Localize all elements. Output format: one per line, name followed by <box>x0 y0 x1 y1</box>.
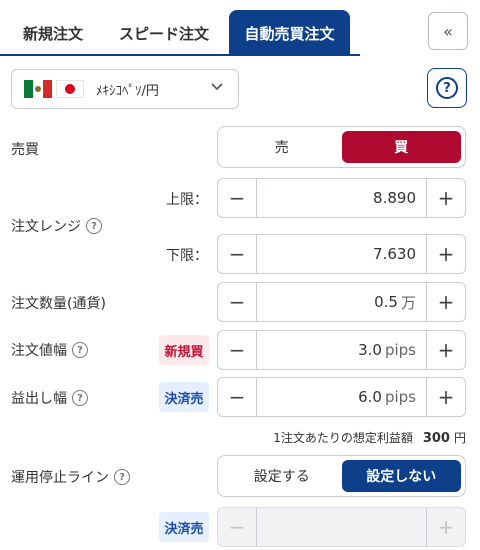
profit-width-unit: pips <box>384 388 416 406</box>
expected-profit-label: 1注文あたりの想定利益額 <box>273 431 413 445</box>
profit-width-text: 益出し幅 <box>11 391 67 407</box>
double-chevron-left-icon: « <box>443 21 453 41</box>
stop-line-unset-option[interactable]: 設定しない <box>341 460 461 492</box>
help-icon: ? <box>436 77 458 99</box>
lower-limit-stepper: − 7.630 + <box>217 234 466 274</box>
stop-settle-sell-badge: 決済売 <box>159 512 209 542</box>
tab-speed-order[interactable]: スピード注文 <box>108 10 220 56</box>
upper-limit-stepper: − 8.890 + <box>217 178 466 218</box>
collapse-panel-button[interactable]: « <box>428 12 468 50</box>
stop-line-stepper: − + <box>217 507 466 547</box>
order-range-label: 注文レンジ ? <box>11 216 102 236</box>
upper-limit-minus-button[interactable]: − <box>218 179 257 217</box>
question-icon[interactable]: ? <box>72 342 88 358</box>
settle-sell-badge: 決済売 <box>159 382 209 412</box>
side-label: 売買 <box>11 142 39 158</box>
currency-pair-name: ﾒｷｼｺﾍﾟｿ/円 <box>96 83 159 99</box>
mexico-flag-icon <box>24 80 52 98</box>
stop-line-label: 運用停止ライン ? <box>11 467 130 487</box>
upper-limit-plus-button[interactable]: + <box>426 179 465 217</box>
lower-limit-number: 7.630 <box>373 245 416 263</box>
profit-width-plus-button[interactable]: + <box>426 378 465 416</box>
question-icon[interactable]: ? <box>114 469 130 485</box>
stop-line-plus-button: + <box>426 508 465 546</box>
profit-width-minus-button[interactable]: − <box>218 378 257 416</box>
quantity-stepper: − 0.5 万 + <box>217 282 466 322</box>
quantity-number: 0.5 <box>374 293 398 311</box>
quantity-minus-button[interactable]: − <box>218 283 257 321</box>
stop-line-minus-button: − <box>218 508 257 546</box>
upper-limit-label: 上限： <box>166 192 208 208</box>
profit-width-number: 6.0 <box>358 388 382 406</box>
lower-limit-minus-button[interactable]: − <box>218 235 257 273</box>
order-width-plus-button[interactable]: + <box>426 331 465 369</box>
order-width-label: 注文値幅 ? <box>11 340 88 360</box>
tab-new-order[interactable]: 新規注文 <box>8 10 98 56</box>
stop-line-toggle: 設定する 設定しない <box>217 455 466 497</box>
japan-flag-icon <box>56 80 84 98</box>
new-buy-badge: 新規買 <box>159 335 209 365</box>
quantity-plus-button[interactable]: + <box>426 283 465 321</box>
expected-profit-unit: 円 <box>453 431 466 445</box>
profit-width-label: 益出し幅 ? <box>11 388 88 408</box>
order-width-unit: pips <box>384 341 416 359</box>
stop-line-value <box>257 508 426 546</box>
upper-limit-number: 8.890 <box>373 189 416 207</box>
question-icon[interactable]: ? <box>86 218 102 234</box>
buy-option[interactable]: 買 <box>341 131 461 163</box>
sell-option[interactable]: 売 <box>222 131 342 163</box>
expected-profit-value: 300 <box>422 431 450 446</box>
quantity-unit: 万 <box>400 293 416 312</box>
lower-limit-value[interactable]: 7.630 <box>257 235 426 273</box>
order-width-minus-button[interactable]: − <box>218 331 257 369</box>
order-width-number: 3.0 <box>358 341 382 359</box>
stop-line-text: 運用停止ライン <box>11 470 109 486</box>
order-tabs: 新規注文 スピード注文 自動売買注文 <box>0 0 360 56</box>
lower-limit-label: 下限： <box>166 248 208 264</box>
profit-width-stepper: − 6.0 pips + <box>217 377 466 417</box>
order-range-text: 注文レンジ <box>11 219 81 235</box>
currency-pair-select[interactable]: ﾒｷｼｺﾍﾟｿ/円 <box>11 69 239 109</box>
tab-auto-trade-order[interactable]: 自動売買注文 <box>229 10 350 56</box>
stop-line-set-option[interactable]: 設定する <box>222 460 342 492</box>
order-width-stepper: − 3.0 pips + <box>217 330 466 370</box>
expected-profit: 1注文あたりの想定利益額 300 円 <box>273 429 466 446</box>
quantity-value[interactable]: 0.5 万 <box>257 283 426 321</box>
chevron-down-icon <box>210 79 224 97</box>
side-toggle: 売 買 <box>217 126 466 168</box>
order-width-text: 注文値幅 <box>11 343 67 359</box>
upper-limit-value[interactable]: 8.890 <box>257 179 426 217</box>
help-button[interactable]: ? <box>427 68 467 108</box>
question-icon[interactable]: ? <box>72 390 88 406</box>
profit-width-value[interactable]: 6.0 pips <box>257 378 426 416</box>
lower-limit-plus-button[interactable]: + <box>426 235 465 273</box>
quantity-label: 注文数量(通貨) <box>11 296 106 312</box>
order-width-value[interactable]: 3.0 pips <box>257 331 426 369</box>
